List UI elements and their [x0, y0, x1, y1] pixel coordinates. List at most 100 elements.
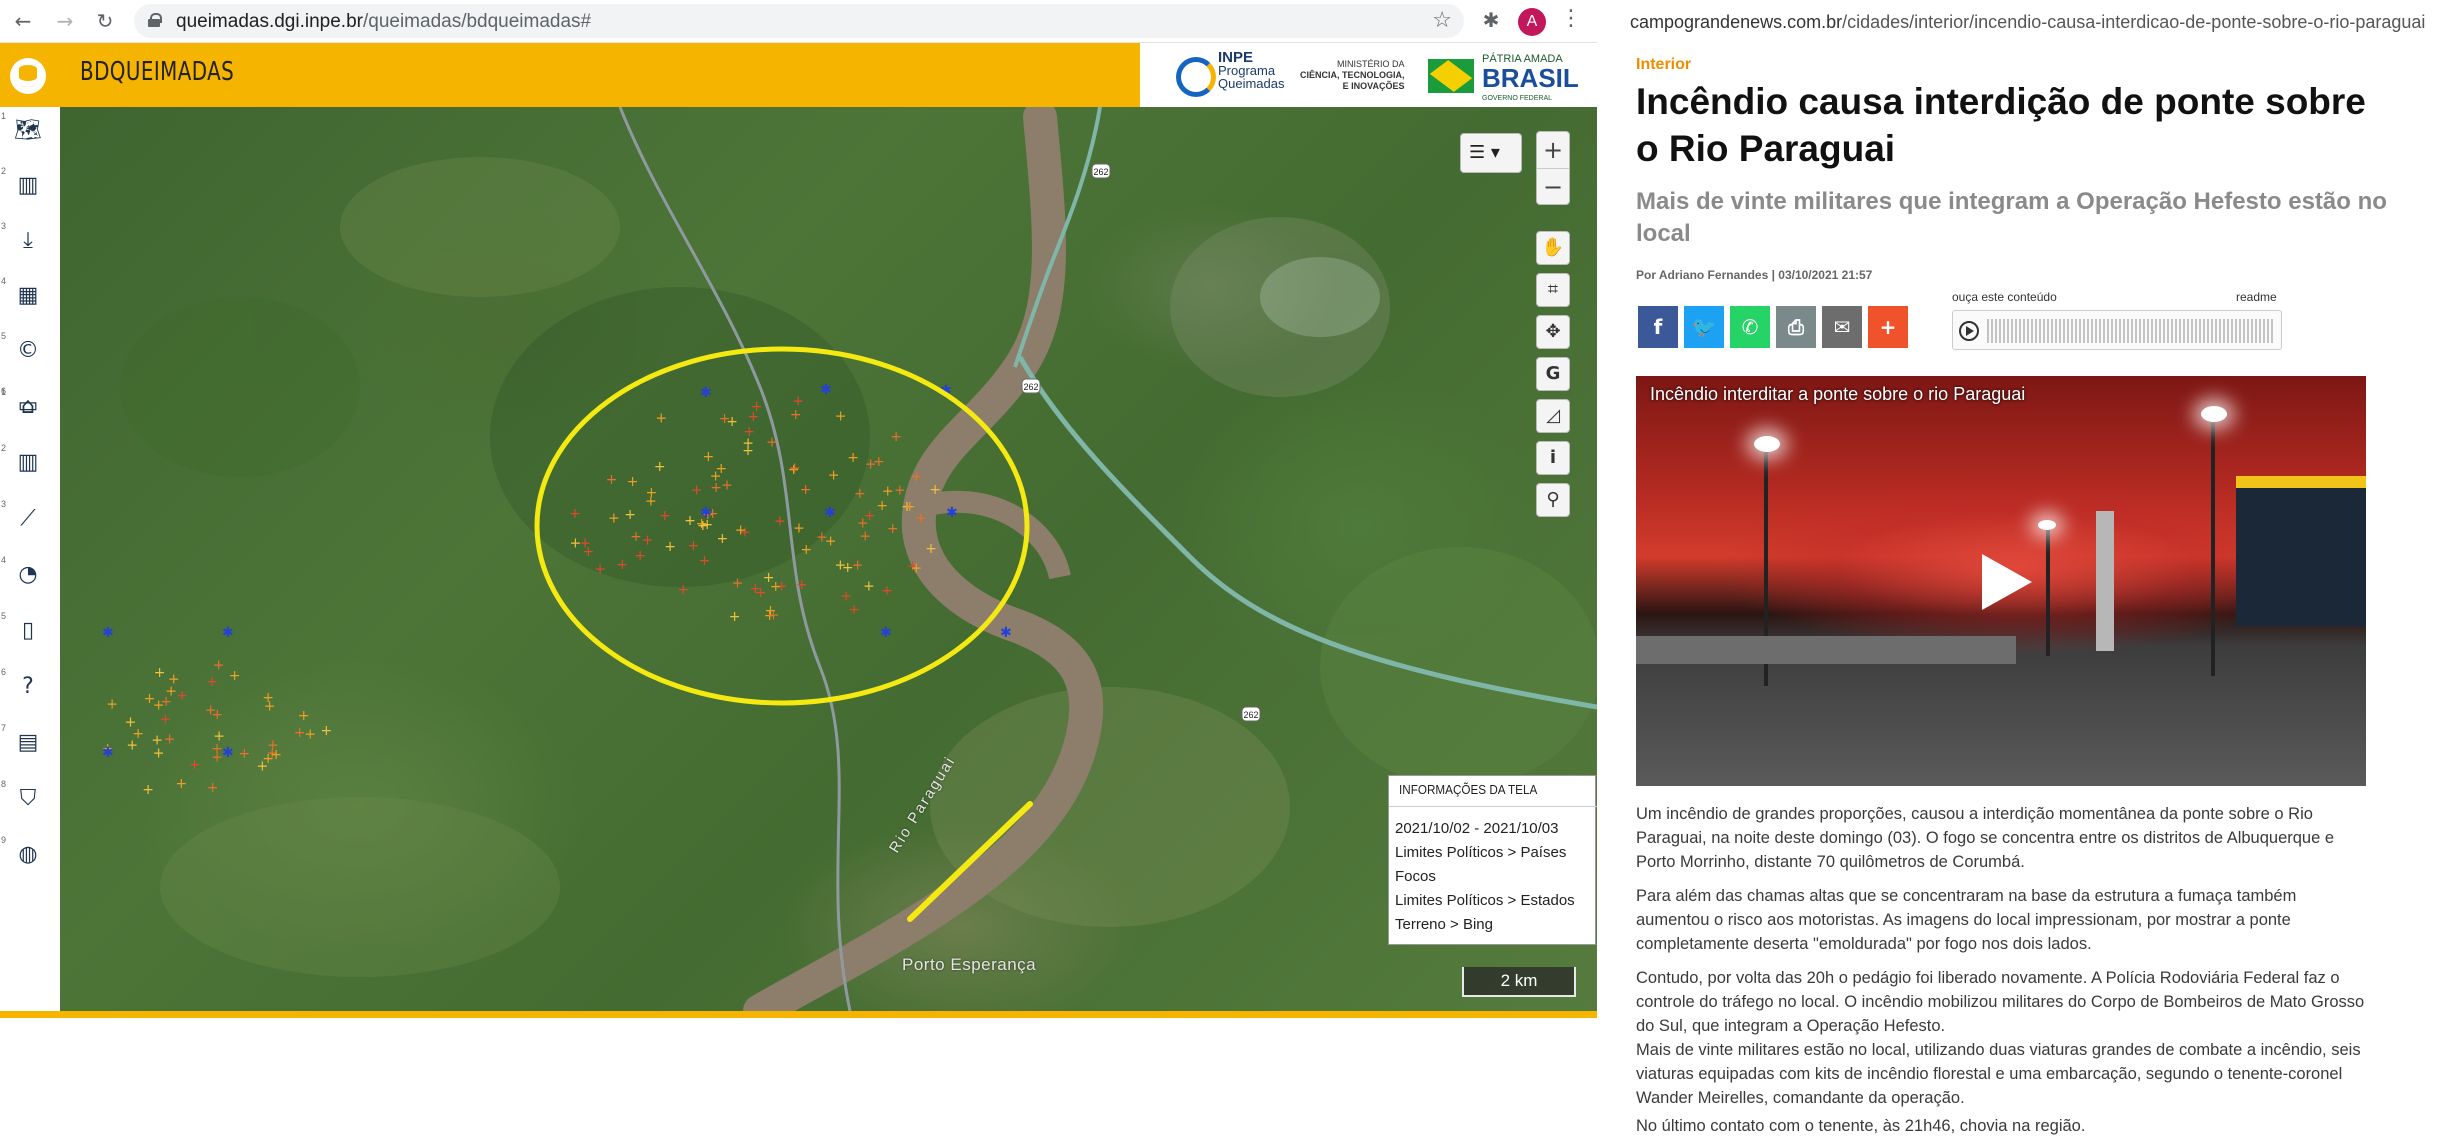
- fire-focus-marker[interactable]: +: [176, 688, 188, 704]
- clipboard-icon[interactable]: ▤: [12, 727, 44, 759]
- fire-focus-marker[interactable]: +: [688, 538, 700, 554]
- fire-focus-marker[interactable]: +: [910, 560, 922, 576]
- fire-focus-marker[interactable]: +: [164, 731, 176, 747]
- fire-focus-marker[interactable]: +: [929, 482, 941, 498]
- map-fold-icon[interactable]: ▯: [12, 615, 44, 647]
- fire-focus-marker[interactable]: +: [583, 544, 595, 560]
- whatsapp-button[interactable]: ✆: [1730, 306, 1770, 348]
- fire-focus-marker[interactable]: +: [606, 472, 618, 488]
- fire-focus-marker[interactable]: +: [176, 776, 188, 792]
- zoom-search-icon[interactable]: ⚲: [1536, 483, 1570, 517]
- move-icon[interactable]: ✥: [1536, 315, 1570, 349]
- fire-focus-marker[interactable]: +: [925, 541, 937, 557]
- fire-focus-marker[interactable]: +: [664, 539, 676, 555]
- fire-focus-marker[interactable]: +: [106, 697, 118, 713]
- info-icon[interactable]: i: [1536, 441, 1570, 475]
- pan-hand-icon[interactable]: ✋: [1536, 231, 1570, 265]
- fire-focus-marker[interactable]: +: [890, 429, 902, 445]
- fire-focus-marker[interactable]: +: [835, 409, 847, 425]
- extensions-puzzle-icon[interactable]: ✱: [1478, 8, 1504, 34]
- fire-focus-marker[interactable]: +: [691, 483, 703, 499]
- fire-focus-marker[interactable]: +: [229, 668, 241, 684]
- crop-icon[interactable]: ⌗: [1536, 273, 1570, 307]
- fire-focus-marker[interactable]: +: [863, 578, 875, 594]
- help-icon[interactable]: ?: [12, 671, 44, 703]
- fire-focus-marker[interactable]: +: [569, 506, 581, 522]
- facebook-button[interactable]: f: [1638, 306, 1678, 348]
- fire-shield-icon[interactable]: ⛉: [12, 783, 44, 815]
- fire-focus-marker[interactable]: +: [796, 577, 808, 593]
- fire-focus-marker[interactable]: +: [144, 691, 156, 707]
- fire-focus-marker[interactable]: +: [732, 575, 744, 591]
- fire-focus-marker[interactable]: +: [847, 450, 859, 466]
- zoom-out-button[interactable]: −: [1537, 168, 1569, 204]
- fire-focus-marker[interactable]: +: [800, 482, 812, 498]
- fire-focus-marker[interactable]: +: [882, 483, 894, 499]
- video-player[interactable]: Incêndio interditar a ponte sobre o rio …: [1636, 376, 2366, 786]
- browser-menu-icon[interactable]: ⋮: [1560, 6, 1582, 36]
- fire-focus-marker[interactable]: +: [789, 461, 801, 477]
- fire-focus-marker[interactable]: +: [751, 399, 763, 415]
- fire-focus-marker[interactable]: +: [642, 532, 654, 548]
- layer-list-dropdown[interactable]: ☰ ▾: [1460, 133, 1522, 173]
- fire-focus-marker[interactable]: +: [800, 542, 812, 558]
- fire-focus-marker[interactable]: +: [211, 707, 223, 723]
- fire-focus-marker[interactable]: +: [616, 557, 628, 573]
- url-text[interactable]: queimadas.dgi.inpe.br/queimadas/bdqueima…: [176, 11, 591, 33]
- fire-focus-marker[interactable]: +: [132, 726, 144, 742]
- fire-focus-marker[interactable]: +: [321, 723, 333, 739]
- audio-play-icon[interactable]: [1959, 321, 1979, 341]
- fire-focus-marker[interactable]: +: [151, 733, 163, 749]
- fire-focus-marker[interactable]: +: [168, 672, 180, 688]
- fire-focus-marker[interactable]: +: [715, 461, 727, 477]
- fire-focus-marker[interactable]: +: [645, 493, 657, 509]
- fire-focus-marker[interactable]: +: [835, 558, 847, 574]
- video-play-icon[interactable]: [1964, 546, 2034, 616]
- more-share-button[interactable]: +: [1868, 306, 1908, 348]
- fire-focus-marker[interactable]: +: [262, 751, 274, 767]
- fire-focus-marker[interactable]: +: [873, 454, 885, 470]
- fire-focus-marker[interactable]: +: [655, 410, 667, 426]
- globe-icon[interactable]: ◍: [12, 839, 44, 871]
- fire-focus-marker[interactable]: +: [768, 608, 780, 624]
- audio-waveform[interactable]: [1987, 319, 2273, 343]
- fire-focus-marker[interactable]: +: [790, 407, 802, 423]
- fire-focus-marker[interactable]: +: [743, 424, 755, 440]
- fire-focus-marker[interactable]: +: [864, 508, 876, 524]
- fire-focus-marker[interactable]: +: [894, 483, 906, 499]
- table-icon[interactable]: ▦: [12, 280, 44, 312]
- fire-focus-marker[interactable]: +: [699, 553, 711, 569]
- fire-focus-marker[interactable]: +: [721, 477, 733, 493]
- fire-focus-marker[interactable]: +: [630, 529, 642, 545]
- fire-focus-marker[interactable]: +: [627, 474, 639, 490]
- fire-focus-marker[interactable]: +: [206, 674, 218, 690]
- fire-focus-marker[interactable]: +: [677, 582, 689, 598]
- fire-focus-marker[interactable]: +: [207, 780, 219, 796]
- fire-focus-marker[interactable]: +: [828, 468, 840, 484]
- fire-focus-marker[interactable]: +: [859, 528, 871, 544]
- fire-focus-marker[interactable]: +: [881, 583, 893, 599]
- fire-focus-marker[interactable]: +: [624, 507, 636, 523]
- profile-avatar[interactable]: A: [1518, 8, 1546, 36]
- fire-focus-marker[interactable]: +: [793, 521, 805, 537]
- fire-focus-marker[interactable]: +: [848, 602, 860, 618]
- email-button[interactable]: ✉: [1822, 306, 1862, 348]
- google-icon[interactable]: G: [1536, 357, 1570, 391]
- reload-icon[interactable]: ↻: [90, 6, 120, 36]
- forward-icon[interactable]: →: [50, 6, 80, 36]
- fire-focus-marker[interactable]: +: [774, 514, 786, 530]
- fire-focus-marker[interactable]: +: [766, 435, 778, 451]
- audio-player[interactable]: [1952, 310, 2282, 350]
- home-icon[interactable]: ⌂: [12, 391, 44, 423]
- map-icon[interactable]: 🗺: [12, 115, 44, 147]
- chart-icon[interactable]: ▥: [12, 447, 44, 479]
- fire-focus-marker[interactable]: +: [854, 486, 866, 502]
- fire-focus-marker[interactable]: +: [154, 665, 166, 681]
- fire-focus-marker[interactable]: +: [608, 510, 620, 526]
- fire-focus-marker[interactable]: +: [726, 414, 738, 430]
- bar-chart-icon[interactable]: ▥: [12, 170, 44, 202]
- fire-focus-marker[interactable]: +: [594, 562, 606, 578]
- trend-chart-icon[interactable]: ◿: [1536, 399, 1570, 433]
- address-bar[interactable]: queimadas.dgi.inpe.br/queimadas/bdqueima…: [134, 4, 1464, 38]
- fire-focus-marker[interactable]: +: [717, 531, 729, 547]
